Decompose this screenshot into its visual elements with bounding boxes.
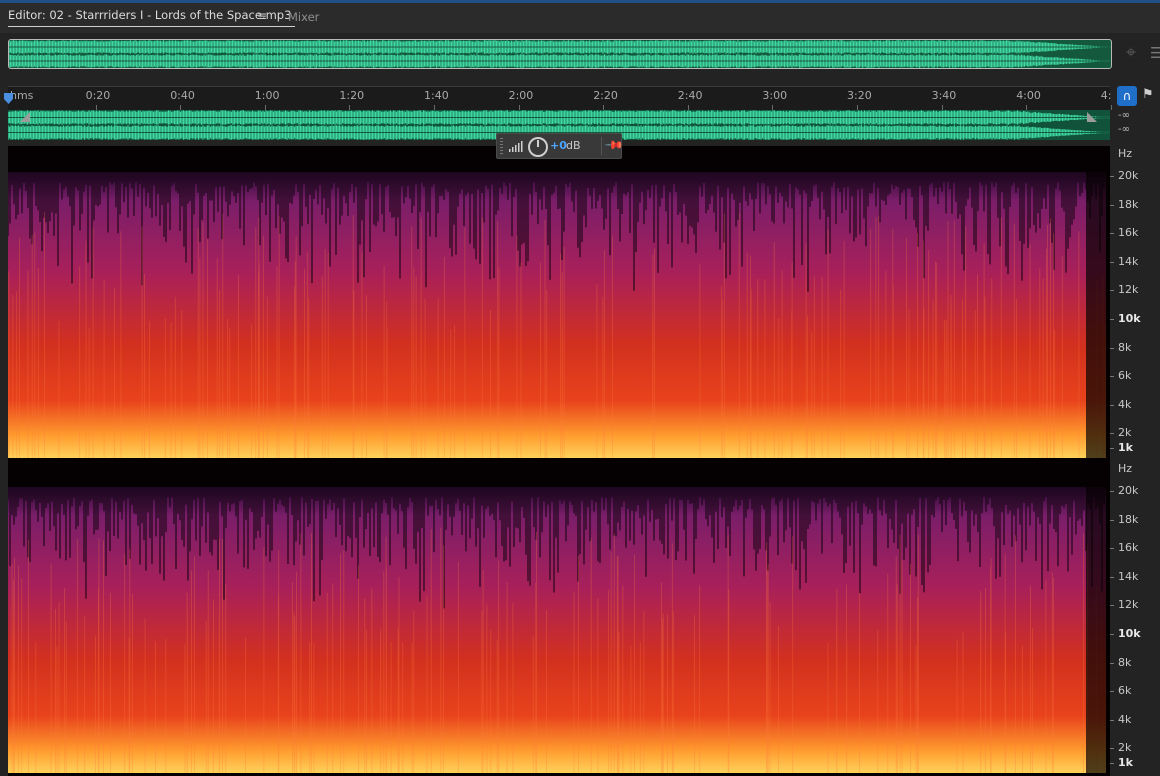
ruler-tick-label: 0:20	[85, 89, 111, 102]
frequency-tick	[1110, 204, 1114, 206]
frequency-tick	[1110, 319, 1114, 320]
headphone-snap-icon[interactable]: ∩	[1117, 86, 1137, 106]
ruler-tick-label: 3:20	[847, 89, 872, 102]
list-icon[interactable]: ☰	[1150, 44, 1160, 62]
frequency-label: 2k	[1118, 741, 1132, 755]
frequency-label: 14k	[1118, 569, 1139, 583]
frequency-tick	[1110, 605, 1114, 607]
frequency-tick	[1110, 748, 1114, 750]
ruler-tick-label: 2:00	[508, 89, 534, 102]
frequency-label: 1k	[1118, 756, 1133, 770]
ruler-tick-label: 1:40	[424, 89, 449, 102]
volume-unit: dB	[566, 139, 581, 152]
frequency-label: 12k	[1118, 598, 1139, 612]
frequency-tick	[1110, 233, 1114, 235]
spectrogram-left-channel[interactable]	[8, 146, 1110, 461]
overview-waveform	[9, 40, 1111, 68]
tab-mixer[interactable]: Mixer	[288, 10, 319, 24]
frequency-unit: Hz	[1118, 462, 1133, 475]
frequency-tick	[1110, 548, 1114, 550]
tab-editor[interactable]: Editor: 02 - Starrriders I - Lords of th…	[8, 8, 296, 27]
spectrogram-fadeout	[1086, 487, 1110, 773]
volume-knob-icon[interactable]	[528, 137, 548, 157]
frequency-tick	[1110, 376, 1114, 378]
hud-grip-handle[interactable]	[500, 138, 503, 154]
pin-icon[interactable]: 📌	[604, 135, 624, 155]
frequency-label: 1k	[1118, 441, 1133, 455]
frequency-tick	[1110, 290, 1114, 292]
hud-separator	[601, 137, 602, 155]
frequency-label: 10k	[1118, 627, 1141, 640]
ruler-tick-label: 3:00	[762, 89, 788, 102]
frequency-tick	[1110, 519, 1114, 521]
frequency-label: 4k	[1118, 397, 1132, 411]
volume-value[interactable]: +0	[550, 139, 567, 152]
channel-level-left: -∞	[1118, 110, 1130, 121]
frequency-tick	[1110, 448, 1114, 450]
ruler-tick-label: 3:40	[931, 89, 957, 102]
frequency-tick	[1110, 634, 1114, 635]
ruler-unit: hms	[10, 89, 34, 102]
frequency-label: 6k	[1118, 684, 1132, 698]
ruler-tick-label: 1:20	[339, 89, 365, 102]
frequency-label: 20k	[1118, 484, 1139, 497]
frequency-tick	[1110, 404, 1114, 406]
ruler-tick-line	[1110, 105, 1112, 110]
volume-hud[interactable]: +0 dB 📌	[496, 133, 625, 159]
spectrogram-left-image	[8, 172, 1110, 458]
ruler-tick-label: 0:40	[170, 89, 195, 102]
frequency-tick	[1110, 719, 1114, 721]
frequency-label: 8k	[1118, 340, 1132, 354]
zoom-icon[interactable]: ⌖	[1120, 42, 1142, 64]
level-meter-icon	[509, 141, 523, 152]
overview-navigator[interactable]	[8, 39, 1112, 69]
frequency-label: 10k	[1118, 312, 1141, 325]
ruler-tick-label: 4:	[1100, 89, 1112, 102]
channel-level-right: -∞	[1118, 124, 1130, 135]
frequency-label: 2k	[1118, 426, 1132, 440]
frequency-label: 18k	[1118, 512, 1139, 526]
ruler-tick-label: 1:00	[254, 89, 280, 102]
frequency-tick	[1110, 691, 1114, 693]
spectrogram-fadeout	[1086, 172, 1110, 458]
frequency-tick	[1110, 347, 1114, 349]
frequency-tick	[1110, 433, 1114, 435]
frequency-tick	[1110, 261, 1114, 263]
ruler-tick-label: 4:00	[1016, 89, 1041, 102]
left-gutter	[0, 146, 8, 776]
frequency-label: 4k	[1118, 712, 1132, 726]
ruler-tick-label: 2:20	[593, 89, 618, 102]
frequency-label: 20k	[1118, 169, 1139, 182]
spectrogram-right-channel[interactable]	[8, 461, 1110, 776]
frequency-label: 8k	[1118, 655, 1132, 669]
frequency-tick	[1110, 576, 1114, 578]
frequency-tick	[1110, 176, 1114, 177]
frequency-scale-left: Hz 20k 18k 16k 14k 12k 10k 8k 6k 4k 2k 1k	[1110, 146, 1160, 461]
playhead-marker[interactable]	[4, 93, 13, 104]
frequency-label: 18k	[1118, 197, 1139, 211]
frequency-label: 16k	[1118, 541, 1139, 555]
frequency-label: 14k	[1118, 254, 1139, 268]
frequency-tick	[1110, 763, 1114, 765]
frequency-tick	[1110, 491, 1114, 492]
frequency-label: 6k	[1118, 369, 1132, 383]
frequency-scale-right: Hz 20k 18k 16k 14k 12k 10k 8k 6k 4k 2k 1k	[1110, 461, 1160, 776]
panel-menu-icon[interactable]: ≡	[257, 9, 267, 23]
spectrogram-energy	[8, 172, 1106, 458]
ruler-tick-label: 2:40	[677, 89, 703, 102]
time-ruler[interactable]: hms 0:20 0:40 1:00 1:20 1:40 2:00 2:20 2:40 3:00…	[8, 86, 1112, 111]
frequency-label: 12k	[1118, 283, 1139, 297]
marker-icon[interactable]: ⚑	[1142, 87, 1154, 102]
frequency-label: 16k	[1118, 226, 1139, 240]
spectrogram-right-image	[8, 487, 1110, 773]
frequency-unit: Hz	[1118, 147, 1133, 160]
frequency-tick	[1110, 662, 1114, 664]
